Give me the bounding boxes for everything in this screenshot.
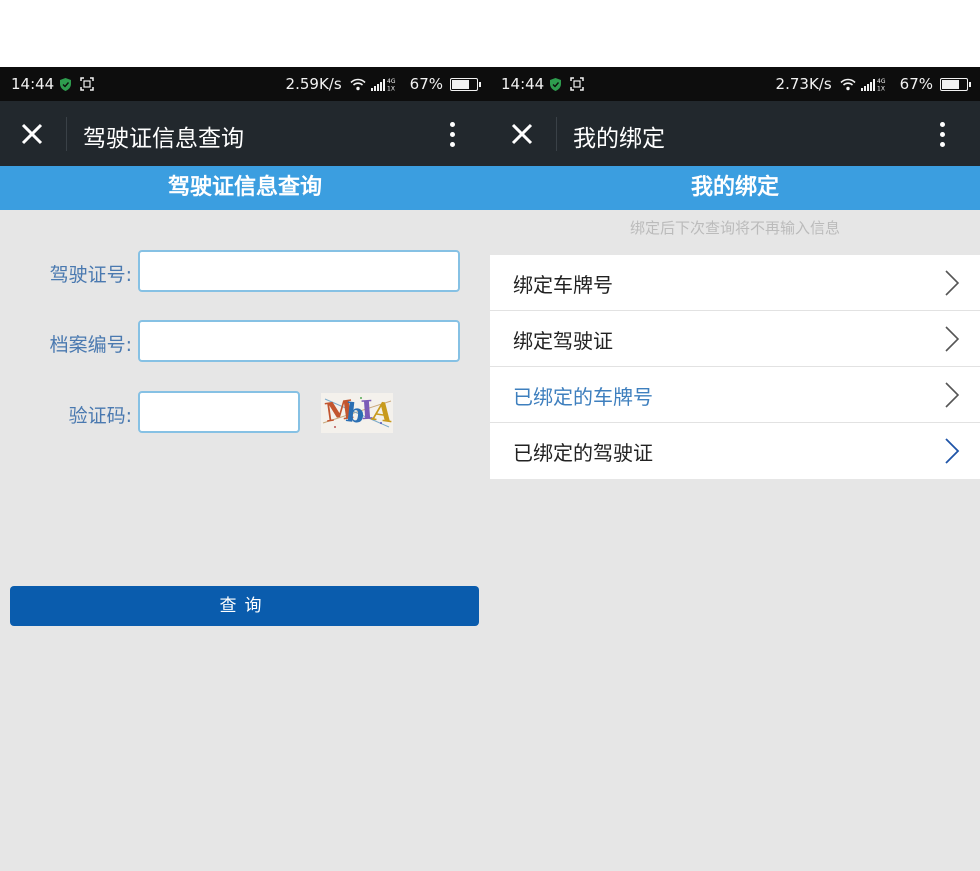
license-query-screen: 14:44 2.59K/s 4G 1X 67% 驾驶证信息查询 驾驶证信息查询 驾… <box>0 67 490 871</box>
window-title: 我的绑定 <box>573 126 665 152</box>
window-title: 驾驶证信息查询 <box>83 126 244 152</box>
more-vertical-icon[interactable] <box>930 119 954 149</box>
battery-icon <box>940 77 971 91</box>
chevron-right-icon <box>945 438 960 464</box>
chevron-right-icon <box>945 326 960 352</box>
file-number-row: 档案编号: <box>0 320 490 364</box>
app-title-bar: 我的绑定 <box>490 101 980 166</box>
list-item-bind-plate[interactable]: 绑定车牌号 <box>490 255 980 311</box>
list-item-bound-licenses[interactable]: 已绑定的驾驶证 <box>490 423 980 479</box>
license-number-label: 驾驶证号: <box>49 264 132 286</box>
title-divider <box>66 117 67 151</box>
file-number-label: 档案编号: <box>49 334 132 356</box>
list-item-label: 绑定驾驶证 <box>513 329 613 353</box>
binding-list: 绑定车牌号 绑定驾驶证 已绑定的车牌号 已绑定的驾驶证 <box>490 255 980 479</box>
status-bar: 14:44 2.73K/s 4G 1X 67% <box>490 67 980 101</box>
query-button[interactable]: 查询 <box>10 586 479 626</box>
signal-icon: 4G1X <box>860 78 886 92</box>
chevron-right-icon <box>945 270 960 296</box>
status-time: 14:44 <box>501 75 545 93</box>
shield-icon <box>60 78 71 91</box>
list-item-label: 已绑定的车牌号 <box>513 385 653 409</box>
license-number-row: 驾驶证号: <box>0 250 490 294</box>
list-item-bound-plates[interactable]: 已绑定的车牌号 <box>490 367 980 423</box>
status-right: 2.73K/s 4G 1X 67% <box>775 75 971 93</box>
wifi-icon <box>350 78 366 90</box>
more-vertical-icon[interactable] <box>440 119 464 149</box>
network-speed: 2.59K/s <box>285 75 342 93</box>
file-number-input[interactable] <box>138 320 460 362</box>
signal-icon: 4G1X <box>370 78 396 92</box>
network-speed: 2.73K/s <box>775 75 832 93</box>
captcha-char-4: A <box>370 396 393 430</box>
screenshot-icon <box>80 77 94 91</box>
list-item-bind-license[interactable]: 绑定驾驶证 <box>490 311 980 367</box>
list-item-label: 已绑定的驾驶证 <box>513 441 653 465</box>
app-title-bar: 驾驶证信息查询 <box>0 101 490 166</box>
battery-percent: 67% <box>899 75 933 93</box>
captcha-label: 验证码: <box>68 405 132 427</box>
network-type-label: 4G <box>877 78 886 85</box>
network-type-label: 4G <box>387 78 396 85</box>
captcha-image[interactable]: M b I A <box>321 393 393 433</box>
wifi-icon <box>840 78 856 90</box>
captcha-input[interactable] <box>138 391 300 433</box>
chevron-right-icon <box>945 382 960 408</box>
binding-hint: 绑定后下次查询将不再输入信息 <box>629 219 840 237</box>
shield-icon <box>550 78 561 91</box>
license-number-input[interactable] <box>138 250 460 292</box>
close-icon[interactable] <box>20 122 44 146</box>
page-title: 我的绑定 <box>490 166 980 210</box>
my-bindings-screen: 14:44 2.73K/s 4G 1X 67% 我的绑定 我的绑定 绑定后下次查询… <box>490 67 980 871</box>
network-type-label-2: 1X <box>387 85 395 92</box>
status-time: 14:44 <box>11 75 55 93</box>
list-item-label: 绑定车牌号 <box>513 273 613 297</box>
network-type-label-2: 1X <box>877 85 885 92</box>
captcha-row: 验证码: M b I A <box>0 391 490 435</box>
status-right: 2.59K/s 4G 1X 67% <box>285 75 481 93</box>
status-bar: 14:44 2.59K/s 4G 1X 67% <box>0 67 490 101</box>
close-icon[interactable] <box>510 122 534 146</box>
title-divider <box>556 117 557 151</box>
screenshot-icon <box>570 77 584 91</box>
battery-percent: 67% <box>409 75 443 93</box>
page-title: 驾驶证信息查询 <box>0 166 490 210</box>
battery-icon <box>450 77 481 91</box>
